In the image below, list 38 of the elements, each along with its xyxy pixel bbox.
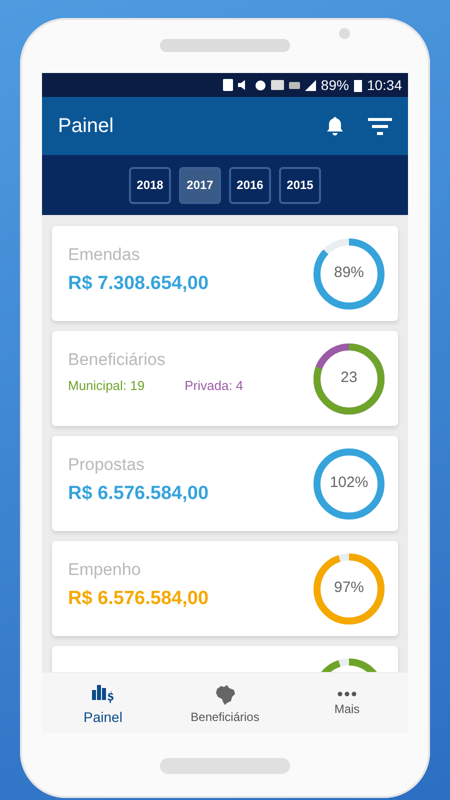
year-tab[interactable]: 2017 bbox=[179, 166, 221, 204]
card-title: Emendas bbox=[68, 245, 141, 265]
screen-title: Painel bbox=[58, 114, 115, 138]
card-title: Empenho bbox=[68, 560, 142, 580]
donut-value: 102% bbox=[328, 474, 370, 490]
summary-card[interactable]: Emendas R$ 7.308.654,00 89% bbox=[52, 226, 398, 321]
battery-percent: 89% bbox=[320, 77, 349, 93]
year-tab[interactable]: 2018 bbox=[129, 166, 171, 204]
year-tab[interactable]: 2015 bbox=[279, 166, 321, 204]
camera-dot bbox=[339, 28, 350, 39]
map-icon bbox=[214, 682, 236, 704]
filter-icon[interactable] bbox=[368, 117, 392, 135]
nav-tab[interactable]: Painel bbox=[42, 673, 164, 733]
summary-card[interactable]: Beneficiários Municipal: 19 Privada: 4 23 bbox=[52, 331, 398, 426]
battery-icon bbox=[354, 78, 362, 92]
year-tab[interactable]: 2016 bbox=[229, 166, 271, 204]
card-amount: R$ 6.576.584,00 bbox=[68, 483, 210, 505]
volte-icon bbox=[270, 80, 284, 90]
more-icon bbox=[337, 690, 357, 696]
signal-icon bbox=[304, 80, 316, 90]
nav-tab[interactable]: Beneficiários bbox=[164, 673, 286, 733]
donut-value: 97% bbox=[332, 578, 366, 596]
card-amount: R$ 6.576.584,00 bbox=[68, 588, 210, 610]
battery-saver-icon bbox=[222, 79, 233, 91]
card-title: Beneficiários bbox=[68, 350, 166, 370]
donut-value: 23 bbox=[340, 368, 358, 386]
card-count: Privada: 4 bbox=[184, 378, 244, 393]
card-count: Municipal: 19 bbox=[68, 378, 145, 393]
alarm-icon bbox=[254, 80, 266, 90]
bell-icon[interactable] bbox=[326, 116, 344, 136]
summary-card[interactable]: Empenho R$ 6.576.584,00 97% bbox=[52, 541, 398, 636]
donut-value: 89% bbox=[332, 264, 366, 280]
card-amount: R$ 7.308.654,00 bbox=[68, 273, 210, 295]
network-icon bbox=[288, 82, 300, 88]
clock-time: 10:34 bbox=[366, 77, 402, 93]
card-title: Propostas bbox=[68, 455, 146, 475]
summary-card[interactable]: Propostas R$ 6.576.584,00 102% bbox=[52, 436, 398, 531]
nav-tab[interactable]: Mais bbox=[286, 673, 408, 733]
